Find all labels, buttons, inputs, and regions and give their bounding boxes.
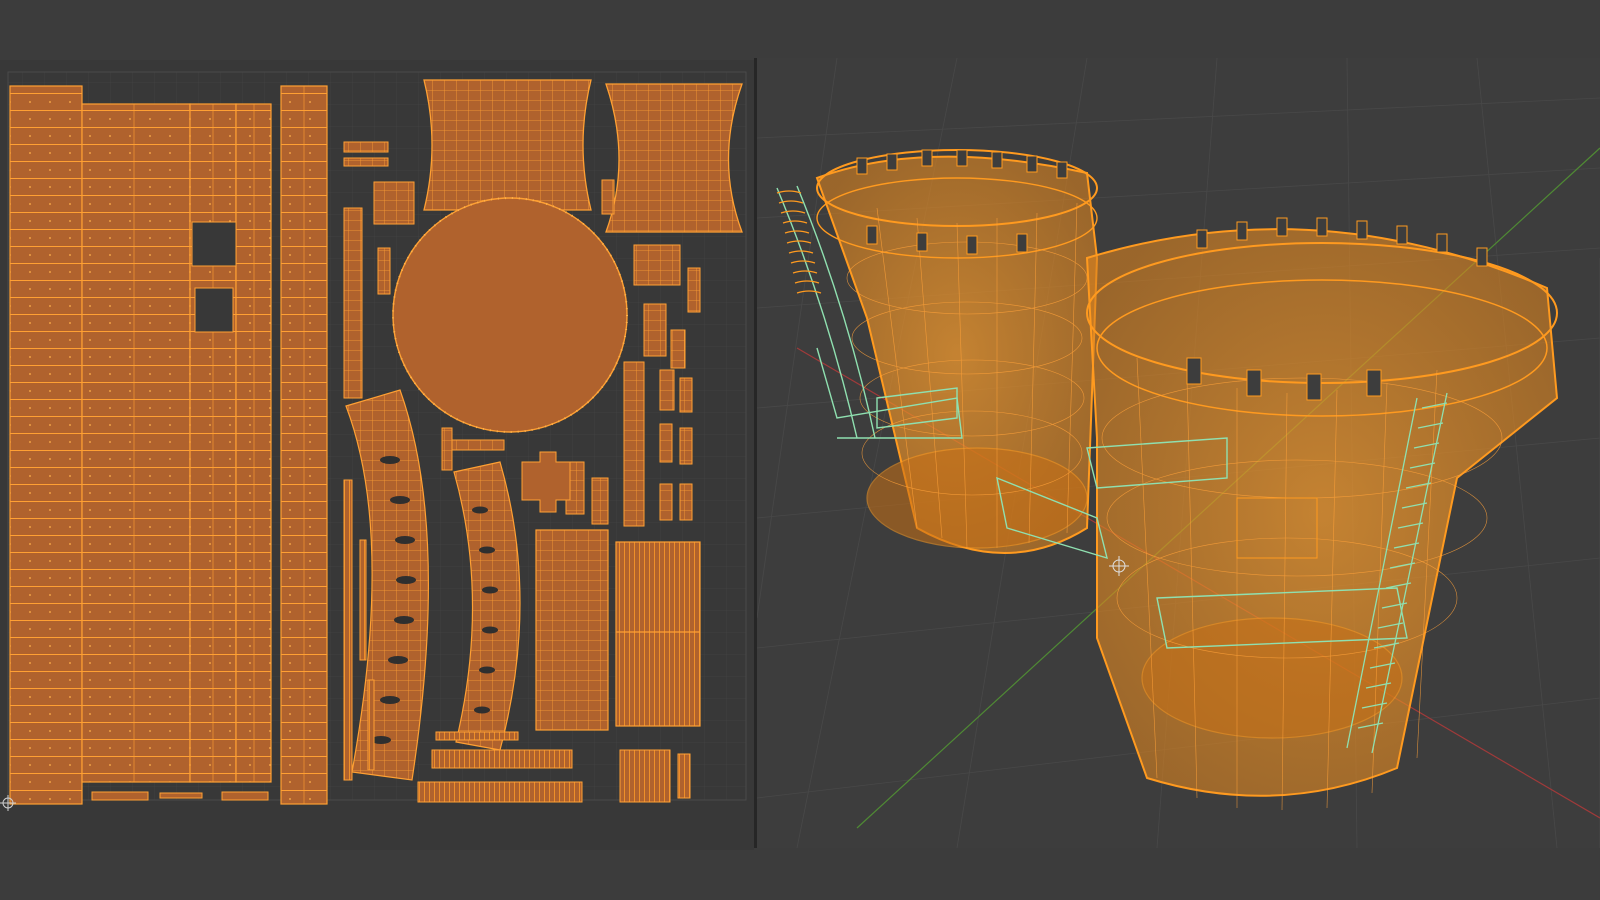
blender-window <box>0 0 1600 900</box>
3d-viewport[interactable] <box>757 58 1600 848</box>
viewport-canvas[interactable] <box>757 58 1600 848</box>
uv-island-floor-disc[interactable] <box>392 197 628 433</box>
uv-island-door-panels[interactable] <box>535 529 701 731</box>
uv-canvas[interactable] <box>0 60 754 850</box>
tower-left-mesh[interactable] <box>815 149 1099 554</box>
uv-editor-panel[interactable] <box>0 60 754 850</box>
tower-right-mesh[interactable] <box>1085 217 1559 811</box>
